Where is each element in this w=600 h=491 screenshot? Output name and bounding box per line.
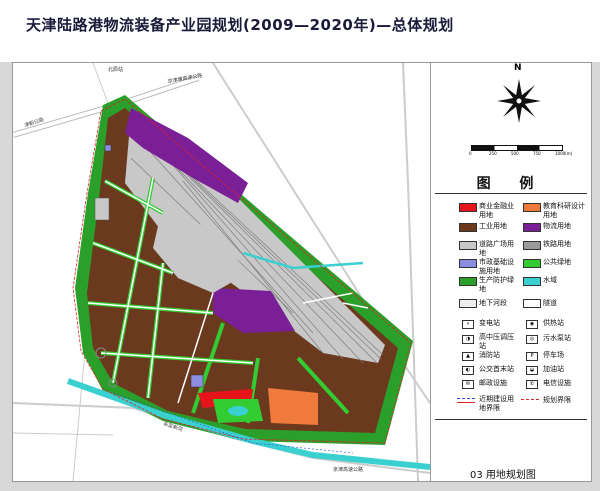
legend-label: 铁路用地 [543, 240, 571, 248]
scale-tick: 750 [533, 151, 541, 156]
sewage-pump-icon: ◎ [526, 335, 538, 344]
land-use-map[interactable]: 津蓟公路 京津塘高速公路 京津高速公路 永定新河 北辰站 [12, 62, 431, 482]
legend-label: 公共绿地 [543, 258, 571, 266]
scale-tick: 500 [511, 151, 519, 156]
title-bar: 天津陆路港物流装备产业园规划(2009—2020年)—总体规划 [0, 0, 600, 62]
legend-swatch [459, 241, 477, 250]
legend-label: 生产防护绿地 [479, 276, 514, 293]
gas-station-icon: ◒ [526, 366, 538, 375]
legend-swatch [523, 259, 541, 268]
map-caption: 03 用地规划图 [470, 470, 536, 481]
page-title: 天津陆路港物流装备产业园规划(2009—2020年)—总体规划 [26, 16, 454, 34]
legend-label: 消防站 [479, 351, 500, 359]
legend-swatch [459, 299, 477, 308]
scale-tick: 0 [469, 151, 472, 156]
legend-swatch [523, 223, 541, 232]
legend-divider [435, 419, 587, 420]
legend-label: 公交首末站 [479, 365, 514, 373]
legend-swatch [523, 203, 541, 212]
scale-tick: 1000(m) [555, 151, 573, 156]
legend-label: 教育科研设计用地 [543, 202, 585, 219]
telecom-icon: ✆ [526, 380, 538, 389]
legend-swatch [459, 259, 477, 268]
legend-swatch [523, 299, 541, 308]
legend-swatch [459, 223, 477, 232]
legend-swatch [523, 277, 541, 286]
station-label: 北辰站 [108, 66, 123, 73]
legend-label: 供热站 [543, 319, 564, 327]
post-office-icon: ✉ [462, 380, 474, 389]
legend-label: 隧道 [543, 299, 557, 307]
legend-label: 邮政设施 [479, 379, 507, 387]
planning-boundary-line [521, 399, 539, 401]
heating-station-icon: ◉ [526, 320, 538, 329]
legend-swatch [459, 277, 477, 286]
legend-label: 市政基础设施用地 [479, 258, 514, 275]
legend-label: 物流用地 [543, 222, 571, 230]
legend-label: 加油站 [543, 365, 564, 373]
legend-label: 污水泵站 [543, 334, 571, 342]
bus-terminal-icon: ◐ [462, 366, 474, 375]
legend-label: 高中压调压站 [479, 333, 514, 350]
legend-label: 道路广场用地 [479, 240, 514, 257]
legend-label: 商业金融业用地 [479, 202, 514, 219]
north-label: N [514, 63, 522, 73]
compass-rose-icon [497, 79, 541, 123]
legend-swatch [459, 203, 477, 212]
legend-label: 停车场 [543, 351, 564, 359]
legend-heading: 图 例 [476, 176, 546, 192]
legend-label: 地下河段 [479, 299, 507, 307]
legend-divider [435, 193, 587, 194]
legend-label: 电信设施 [543, 379, 571, 387]
gas-regulator-icon: ◑ [462, 335, 474, 344]
near-term-boundary-line [457, 398, 475, 403]
legend-swatch [523, 241, 541, 250]
legend-panel: N 0 250 500 750 1000(m) 图 例 商业金融业用地 教育科研… [430, 62, 592, 482]
legend-label: 近期建设用地界限 [479, 395, 514, 412]
substation-icon: ⚡ [462, 320, 474, 329]
legend-label: 工业用地 [479, 222, 507, 230]
map-canvas: 津蓟公路 京津塘高速公路 京津高速公路 永定新河 北辰站 [13, 63, 430, 481]
legend-label: 规划界限 [543, 396, 571, 404]
road-label-bottom: 京津高速公路 [333, 466, 363, 473]
legend-label: 水域 [543, 276, 557, 284]
parking-icon: P [526, 352, 538, 361]
legend-label: 变电站 [479, 319, 500, 327]
fire-station-icon: ▲ [462, 352, 474, 361]
scale-tick: 250 [489, 151, 497, 156]
